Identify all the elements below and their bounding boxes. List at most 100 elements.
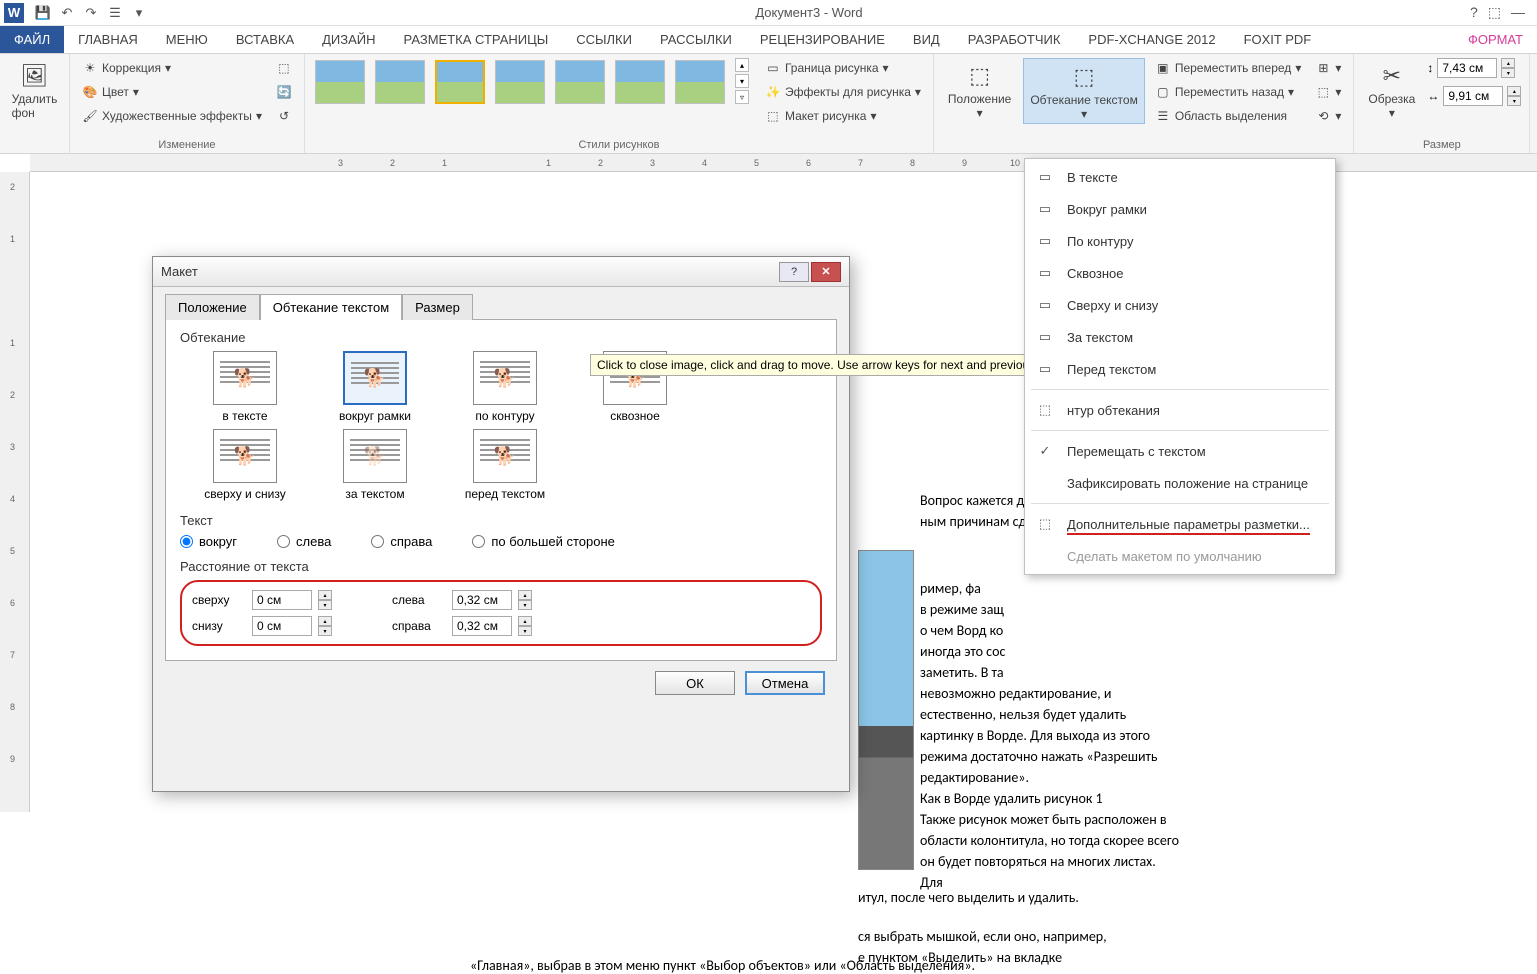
spin-down-icon[interactable]: ▾ [518,600,532,610]
picture-style-thumb[interactable] [615,60,665,104]
radio-largest[interactable]: по большей стороне [472,534,615,549]
picture-style-thumb[interactable] [495,60,545,104]
reset-picture-button[interactable]: ↺ [272,106,296,126]
change-picture-button[interactable]: 🔄 [272,82,296,102]
width-input[interactable] [1443,86,1503,106]
spin-down-icon[interactable]: ▾ [318,626,332,636]
dialog-tab-position[interactable]: Положение [165,294,260,320]
wrap-text-button[interactable]: ⬚ Обтекание текстом▾ [1023,58,1144,124]
dialog-close-button[interactable]: ✕ [811,262,841,282]
spin-down-icon[interactable]: ▾ [318,600,332,610]
menu-tight[interactable]: ▭По контуру [1025,225,1335,257]
tab-pdfxchange[interactable]: PDF-XChange 2012 [1074,26,1229,53]
dialog-titlebar[interactable]: Макет ? ✕ [153,257,849,287]
redo-icon[interactable]: ↷ [82,4,100,22]
tab-review[interactable]: РЕЦЕНЗИРОВАНИЕ [746,26,899,53]
ribbon-display-icon[interactable]: ⬚ [1488,4,1501,21]
tab-format[interactable]: ФОРМАТ [1454,26,1537,53]
picture-effects-button[interactable]: ✨Эффекты для рисунка ▾ [761,82,925,102]
spin-up-icon[interactable]: ▴ [518,616,532,626]
menu-move-with-text[interactable]: ✓Перемещать с текстом [1025,435,1335,467]
tab-menu[interactable]: Меню [152,26,222,53]
position-button[interactable]: ⬚ Положение▾ [942,58,1017,122]
menu-top-bottom[interactable]: ▭Сверху и снизу [1025,289,1335,321]
tab-view[interactable]: ВИД [899,26,954,53]
selection-pane-button[interactable]: ☰Область выделения [1151,106,1306,126]
spin-up-icon[interactable]: ▴ [318,616,332,626]
radio-left[interactable]: слева [277,534,331,549]
group-button[interactable]: ⬚▾ [1311,82,1345,102]
menu-in-line[interactable]: ▭В тексте [1025,161,1335,193]
spin-up-icon[interactable]: ▴ [1501,58,1515,68]
document-image[interactable] [858,550,914,870]
compress-pictures-button[interactable]: ⬚ [272,58,296,78]
wrap-option-behind[interactable]: 🐕за текстом [310,429,440,501]
bring-forward-button[interactable]: ▣Переместить вперед ▾ [1151,58,1306,78]
align-button[interactable]: ⊞▾ [1311,58,1345,78]
wrap-option-inline[interactable]: 🐕в тексте [180,351,310,423]
cancel-button[interactable]: Отмена [745,671,825,695]
artistic-effects-button[interactable]: 🖌Художественные эффекты ▾ [78,106,266,126]
ok-button[interactable]: ОК [655,671,735,695]
minimize-icon[interactable]: — [1511,4,1525,21]
tab-references[interactable]: ССЫЛКИ [562,26,646,53]
distance-right-input[interactable] [452,616,512,636]
wrap-option-front[interactable]: 🐕перед текстом [440,429,570,501]
picture-style-thumb[interactable] [315,60,365,104]
menu-edit-wrap-points[interactable]: ⬚нтур обтекания [1025,394,1335,426]
tab-page-layout[interactable]: РАЗМЕТКА СТРАНИЦЫ [390,26,563,53]
menu-in-front[interactable]: ▭Перед текстом [1025,353,1335,385]
send-backward-button[interactable]: ▢Переместить назад ▾ [1151,82,1306,102]
dialog-help-button[interactable]: ? [779,262,809,282]
height-input[interactable] [1437,58,1497,78]
tab-foxit[interactable]: Foxit PDF [1230,26,1326,53]
help-icon[interactable]: ? [1470,4,1478,21]
spin-down-icon[interactable]: ▾ [1501,68,1515,78]
gallery-more-icon[interactable]: ▿ [735,90,749,104]
distance-top-input[interactable] [252,590,312,610]
spin-up-icon[interactable]: ▴ [518,590,532,600]
corrections-button[interactable]: ☀Коррекция ▾ [78,58,266,78]
menu-set-default[interactable]: Сделать макетом по умолчанию [1025,540,1335,572]
radio-right[interactable]: справа [371,534,432,549]
touch-mode-icon[interactable]: ☰ [106,4,124,22]
spin-up-icon[interactable]: ▴ [1507,86,1521,96]
radio-around[interactable]: вокруг [180,534,237,549]
wrap-option-tight[interactable]: 🐕по контуру [440,351,570,423]
picture-border-button[interactable]: ▭Граница рисунка ▾ [761,58,925,78]
picture-layout-button[interactable]: ⬚Макет рисунка ▾ [761,106,925,126]
menu-fix-position[interactable]: Зафиксировать положение на странице [1025,467,1335,499]
menu-behind-text[interactable]: ▭За текстом [1025,321,1335,353]
save-icon[interactable]: 💾 [34,4,52,22]
distance-left-input[interactable] [452,590,512,610]
tab-mailings[interactable]: РАССЫЛКИ [646,26,746,53]
undo-icon[interactable]: ↶ [58,4,76,22]
picture-style-thumb[interactable] [555,60,605,104]
gallery-down-icon[interactable]: ▾ [735,74,749,88]
rotate-button[interactable]: ⟲▾ [1311,106,1345,126]
tab-developer[interactable]: РАЗРАБОТЧИК [954,26,1075,53]
distance-bottom-input[interactable] [252,616,312,636]
picture-style-thumb[interactable] [675,60,725,104]
remove-background-button[interactable]: 🖼 Удалить фон [8,58,61,122]
tab-file[interactable]: ФАЙЛ [0,26,64,53]
tab-home[interactable]: ГЛАВНАЯ [64,26,152,53]
wrap-option-square[interactable]: 🐕вокруг рамки [310,351,440,423]
picture-style-thumb[interactable] [435,60,485,104]
menu-through[interactable]: ▭Сквозное [1025,257,1335,289]
spin-down-icon[interactable]: ▾ [1507,96,1521,106]
dialog-tab-size[interactable]: Размер [402,294,473,320]
tab-insert[interactable]: ВСТАВКА [222,26,308,53]
dialog-tab-wrap[interactable]: Обтекание текстом [260,294,402,320]
crop-button[interactable]: ✂ Обрезка▾ [1362,58,1421,122]
menu-square[interactable]: ▭Вокруг рамки [1025,193,1335,225]
menu-more-layout-options[interactable]: ⬚Дополнительные параметры разметки... [1025,508,1335,540]
gallery-up-icon[interactable]: ▴ [735,58,749,72]
spin-up-icon[interactable]: ▴ [318,590,332,600]
wrap-option-topbottom[interactable]: 🐕сверху и снизу [180,429,310,501]
tab-design[interactable]: ДИЗАЙН [308,26,389,53]
color-button[interactable]: 🎨Цвет ▾ [78,82,266,102]
qat-dropdown-icon[interactable]: ▾ [130,4,148,22]
spin-down-icon[interactable]: ▾ [518,626,532,636]
picture-style-thumb[interactable] [375,60,425,104]
